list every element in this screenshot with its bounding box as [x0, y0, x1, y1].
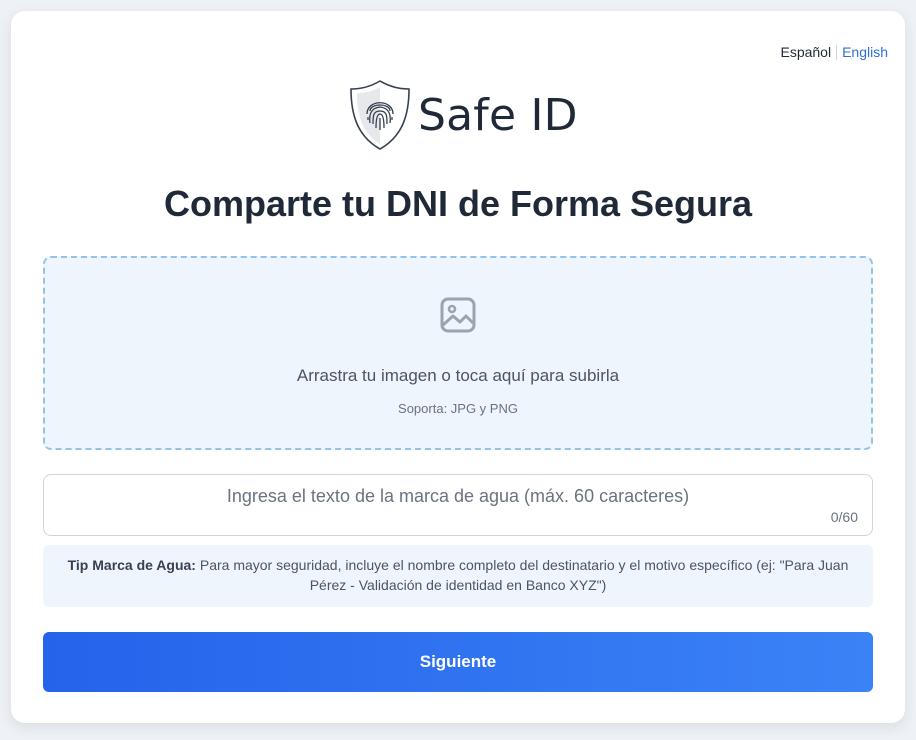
main-card: Español English Safe ID Comparte tu DNI … — [11, 11, 905, 723]
image-icon — [440, 297, 476, 338]
page-title: Comparte tu DNI de Forma Segura — [163, 183, 753, 224]
watermark-input[interactable] — [44, 475, 872, 535]
tip-text: Para mayor seguridad, incluye el nombre … — [195, 557, 849, 593]
logo: Safe ID — [348, 78, 578, 152]
shield-fingerprint-icon — [348, 78, 412, 152]
dropzone-formats: Soporta: JPG y PNG — [398, 401, 518, 416]
next-button[interactable]: Siguiente — [43, 632, 873, 692]
tip-label: Tip Marca de Agua: — [67, 557, 196, 573]
logo-text: Safe ID — [418, 89, 578, 141]
dropzone-instruction: Arrastra tu imagen o toca aquí para subi… — [296, 366, 620, 385]
watermark-tip: Tip Marca de Agua: Para mayor seguridad,… — [43, 545, 873, 607]
language-spanish[interactable]: Español — [780, 44, 831, 60]
watermark-field-wrapper: 0/60 — [43, 474, 873, 536]
language-switcher: Español English — [780, 44, 888, 60]
image-dropzone[interactable]: Arrastra tu imagen o toca aquí para subi… — [43, 256, 873, 450]
character-counter: 0/60 — [830, 509, 858, 525]
language-divider — [836, 44, 838, 60]
language-english-link[interactable]: English — [842, 44, 888, 60]
